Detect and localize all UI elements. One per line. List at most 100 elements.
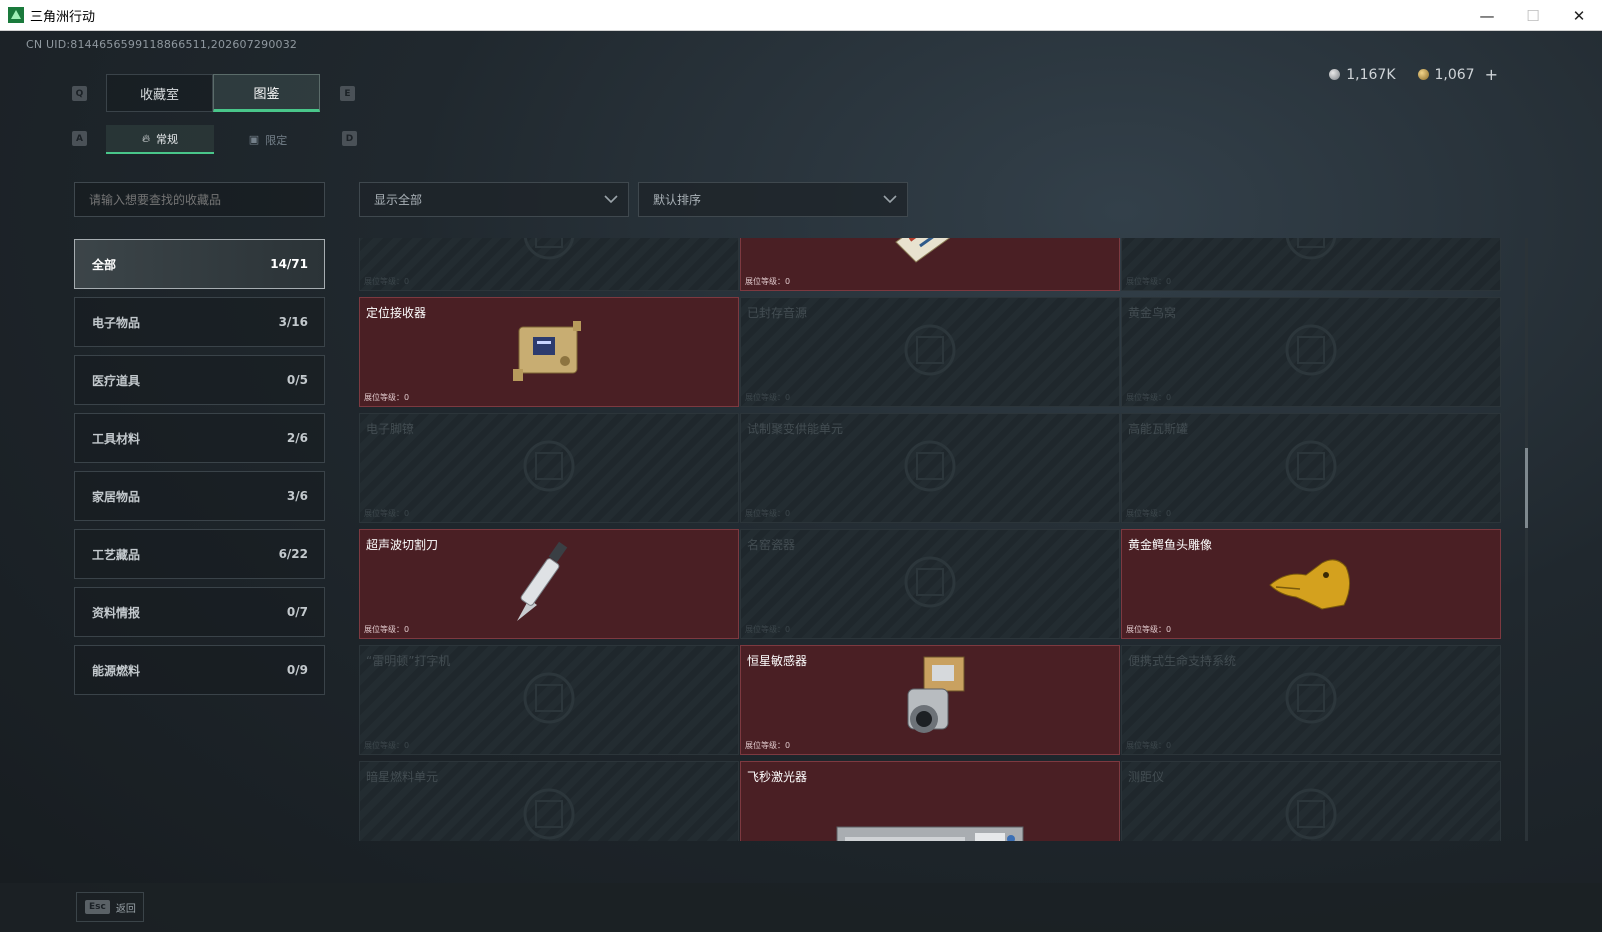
item-level-value: 0 xyxy=(1166,277,1172,286)
item-level-value: 0 xyxy=(404,625,410,634)
collection-item-card[interactable]: 超声波切割刀 展位等级：0 xyxy=(359,529,739,639)
show-filter-value: 显示全部 xyxy=(374,193,423,207)
collection-item-card[interactable]: 测距仪展位等级：0 xyxy=(1121,761,1501,841)
item-level: 展位等级：0 xyxy=(1126,740,1171,751)
category-crafts[interactable]: 工艺藏品 6/22 xyxy=(74,529,325,579)
collection-item-card[interactable]: 暗星燃料单元展位等级：0 xyxy=(359,761,739,841)
scrollbar-thumb[interactable] xyxy=(1525,448,1528,528)
item-level-label: 展位等级： xyxy=(364,277,404,286)
collection-item-card[interactable]: 试制聚变供能单元展位等级：0 xyxy=(740,413,1120,523)
item-level-value: 0 xyxy=(404,277,410,286)
femtosecond-laser-icon xyxy=(835,821,1025,841)
item-level: 展位等级：0 xyxy=(1126,624,1171,635)
item-name: 飞秒激光器 xyxy=(747,770,808,784)
chevron-down-icon xyxy=(883,195,897,204)
maximize-button[interactable]: ☐ xyxy=(1510,0,1556,31)
category-count: 2/6 xyxy=(286,431,308,445)
uid-label: CN UID:8144656599118866511,202607290032 xyxy=(26,38,298,51)
collection-item-card[interactable]: 电子脚镣展位等级：0 xyxy=(359,413,739,523)
collection-item-card[interactable]: 高能瓦斯罐 展位等级：0 xyxy=(1121,413,1501,523)
collection-item-card[interactable]: 恒星敏感器 展位等级：0 xyxy=(740,645,1120,755)
category-label: 电子物品 xyxy=(92,315,141,330)
item-level: 展位等级：0 xyxy=(745,624,790,635)
category-label: 能源燃料 xyxy=(92,663,141,678)
tab-catalog[interactable]: 图鉴 xyxy=(213,74,320,112)
item-level: 展位等级：0 xyxy=(745,276,790,287)
item-level-value: 0 xyxy=(1166,625,1172,634)
category-all[interactable]: 全部 14/71 xyxy=(74,239,325,289)
item-name: 测距仪 xyxy=(1128,770,1165,784)
back-button[interactable]: Esc 返回 xyxy=(76,892,144,922)
category-label: 资料情报 xyxy=(92,605,141,620)
minimize-button[interactable]: — xyxy=(1464,0,1510,31)
collection-item-card[interactable]: 展位等级：0 xyxy=(359,238,739,291)
collection-item-card[interactable]: 黄金鸟窝 展位等级：0 xyxy=(1121,297,1501,407)
ankle-monitor-icon xyxy=(514,431,584,505)
window-controls: — ☐ ✕ xyxy=(1464,0,1602,31)
key-hint-next-subtab: D xyxy=(342,131,357,146)
collection-item-card[interactable]: “雷明顿”打字机 展位等级：0 xyxy=(359,645,739,755)
collection-item-card[interactable]: 展位等级：0 xyxy=(1121,238,1501,291)
search-input[interactable] xyxy=(74,182,325,217)
category-intel[interactable]: 资料情报 0/7 xyxy=(74,587,325,637)
fuel-cell-icon xyxy=(514,779,584,841)
gold-crocodile-icon xyxy=(1266,545,1356,623)
collection-item-card[interactable]: 名窑瓷器 展位等级：0 xyxy=(740,529,1120,639)
frame-icon xyxy=(1276,238,1346,273)
item-level-label: 展位等级： xyxy=(1126,277,1166,286)
item-level-value: 0 xyxy=(785,741,791,750)
collection-item-card[interactable]: 已封存音源 展位等级：0 xyxy=(740,297,1120,407)
sort-dropdown[interactable]: 默认排序 xyxy=(638,182,908,217)
item-level-label: 展位等级： xyxy=(745,741,785,750)
item-level: 展位等级：0 xyxy=(364,508,409,519)
silver-coin-icon xyxy=(1329,69,1341,80)
category-tools[interactable]: 工具材料 2/6 xyxy=(74,413,325,463)
silver-amount: 1,167K xyxy=(1346,66,1396,83)
item-level-label: 展位等级： xyxy=(745,509,785,518)
window-title: 三角洲行动 xyxy=(30,9,96,25)
item-name: 电子脚镣 xyxy=(366,422,415,436)
category-electronics[interactable]: 电子物品 3/16 xyxy=(74,297,325,347)
app-logo-icon xyxy=(8,7,24,23)
item-level-label: 展位等级： xyxy=(1126,509,1166,518)
item-level: 展位等级：0 xyxy=(745,740,790,751)
collection-item-card[interactable]: 定位接收器 展位等级：0 xyxy=(359,297,739,407)
item-level-label: 展位等级： xyxy=(745,277,785,286)
close-button[interactable]: ✕ xyxy=(1556,0,1602,31)
item-name: “雷明顿”打字机 xyxy=(366,654,451,668)
window-titlebar: 三角洲行动 — ☐ ✕ xyxy=(0,0,1602,31)
typewriter-icon xyxy=(514,663,584,737)
item-level-value: 0 xyxy=(785,393,791,402)
item-level-value: 0 xyxy=(785,509,791,518)
item-level: 展位等级：0 xyxy=(1126,276,1171,287)
subtab-regular[interactable]: 🔥︎ 常规 xyxy=(106,125,214,154)
grid-scrollbar[interactable] xyxy=(1525,238,1528,841)
item-level-value: 0 xyxy=(404,741,410,750)
add-currency-button[interactable]: + xyxy=(1485,65,1498,84)
collection-item-card[interactable]: 便携式生命支持系统 展位等级：0 xyxy=(1121,645,1501,755)
category-household[interactable]: 家居物品 3/6 xyxy=(74,471,325,521)
category-count: 14/71 xyxy=(270,257,308,271)
category-medical[interactable]: 医疗道具 0/5 xyxy=(74,355,325,405)
category-count: 6/22 xyxy=(278,547,308,561)
show-filter-dropdown[interactable]: 显示全部 xyxy=(359,182,629,217)
item-name: 定位接收器 xyxy=(366,306,427,320)
tab-collection-room[interactable]: 收藏室 xyxy=(106,74,213,112)
subtab-limited[interactable]: ▣ 限定 xyxy=(214,125,322,154)
collection-item-card[interactable]: 飞秒激光器展位等级：0 xyxy=(740,761,1120,841)
category-fuel[interactable]: 能源燃料 0/9 xyxy=(74,645,325,695)
rangefinder-icon xyxy=(1276,779,1346,841)
ultrasonic-knife-icon xyxy=(509,537,589,631)
item-name: 试制聚变供能单元 xyxy=(747,422,844,436)
life-support-icon xyxy=(1276,663,1346,737)
back-label: 返回 xyxy=(115,903,136,915)
item-level-label: 展位等级： xyxy=(1126,741,1166,750)
subtab-regular-label: 常规 xyxy=(156,132,179,146)
item-level-label: 展位等级： xyxy=(364,393,404,402)
item-level-value: 0 xyxy=(785,625,791,634)
silver-currency: 1,167K xyxy=(1329,66,1396,83)
item-name: 高能瓦斯罐 xyxy=(1128,422,1189,436)
collection-item-card[interactable]: 黄金鳄鱼头雕像 展位等级：0 xyxy=(1121,529,1501,639)
item-level-value: 0 xyxy=(1166,741,1172,750)
collection-item-card[interactable]: 展位等级：0 xyxy=(740,238,1120,291)
